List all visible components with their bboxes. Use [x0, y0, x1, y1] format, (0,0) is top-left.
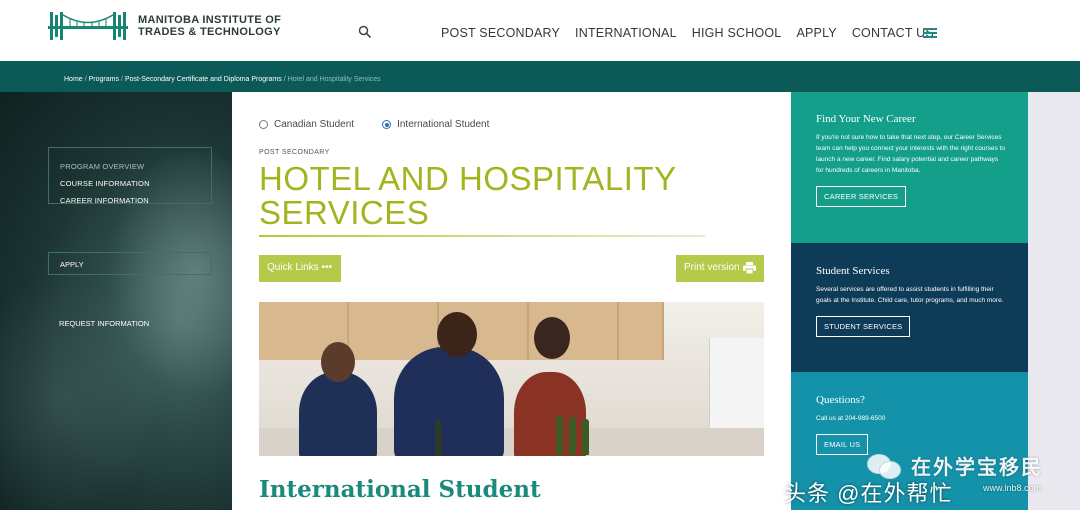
category-label: POST SECONDARY — [259, 149, 330, 156]
page-title: HOTEL AND HOSPITALITY SERVICES — [259, 160, 676, 231]
nav-course-information[interactable]: COURSE INFORMATION — [60, 179, 211, 188]
breadcrumb: Home / Programs / Post-Secondary Certificate… — [64, 76, 381, 83]
request-information-link[interactable]: REQUEST INFORMATION — [59, 319, 149, 328]
breadcrumb-separator: / — [283, 76, 286, 83]
email-us-button[interactable]: EMAIL US — [816, 434, 869, 455]
breadcrumb-programs[interactable]: Programs — [89, 76, 119, 83]
page-gutter — [1028, 92, 1080, 510]
bridge-logo-icon — [48, 12, 128, 40]
career-services-button[interactable]: CAREER SERVICES — [816, 186, 907, 207]
title-divider — [259, 235, 705, 237]
breadcrumb-separator: / — [120, 76, 123, 83]
nav-program-overview[interactable]: PROGRAM OVERVIEW — [60, 162, 211, 171]
logo-line-2: TRADES & TECHNOLOGY — [138, 26, 281, 38]
questions-title: Questions? — [816, 394, 865, 406]
nav-post-secondary[interactable]: POST SECONDARY — [441, 26, 560, 40]
career-card: Find Your New Career If you're not sure … — [791, 92, 1028, 243]
student-services-button[interactable]: STUDENT SERVICES — [816, 316, 911, 337]
student-services-text: Several services are offered to assist s… — [816, 286, 1004, 304]
breadcrumb-current: Hotel and Hospitality Services — [287, 76, 381, 83]
nav-contact-us[interactable]: CONTACT US — [852, 26, 934, 40]
program-photo — [259, 302, 764, 456]
main-nav: POST SECONDARY INTERNATIONAL HIGH SCHOOL… — [441, 26, 934, 40]
print-version-button[interactable]: Print version — [676, 255, 764, 282]
nav-career-information[interactable]: CAREER INFORMATION — [60, 196, 211, 205]
radio-international-student[interactable] — [382, 120, 392, 129]
logo-line-1: MANITOBA INSTITUTE OF — [138, 14, 282, 26]
breadcrumb-post-secondary[interactable]: Post-Secondary Certificate and Diploma P… — [125, 76, 282, 83]
hamburger-menu-icon[interactable] — [923, 28, 937, 38]
quick-links-button[interactable]: Quick Links ••• — [259, 255, 341, 282]
nav-apply[interactable]: APPLY — [796, 26, 836, 40]
nav-international[interactable]: INTERNATIONAL — [575, 26, 677, 40]
career-card-text: If you're not sure how to take that next… — [816, 134, 1005, 174]
watermark-url: www.lnb8.com — [983, 483, 1042, 493]
apply-button[interactable]: APPLY — [48, 252, 212, 275]
search-icon[interactable] — [358, 25, 372, 39]
toutiao-watermark: 头条 @在外帮忙 — [784, 481, 953, 506]
radio-international-label[interactable]: International Student — [397, 119, 489, 130]
section-heading: International Student — [259, 476, 541, 503]
program-nav-box: PROGRAM OVERVIEW COURSE INFORMATION CARE… — [48, 147, 212, 205]
print-version-label: Print version — [684, 262, 740, 273]
student-services-title: Student Services — [816, 265, 890, 277]
printer-icon — [743, 262, 756, 274]
career-card-title: Find Your New Career — [816, 113, 916, 125]
breadcrumb-bar: Home / Programs / Post-Secondary Certificate… — [0, 61, 1080, 92]
radio-canadian-student[interactable] — [259, 120, 268, 129]
student-type-selector: Canadian Student International Student — [259, 119, 489, 130]
breadcrumb-home[interactable]: Home — [64, 76, 83, 83]
nav-high-school[interactable]: HIGH SCHOOL — [692, 26, 782, 40]
program-sidebar: PROGRAM OVERVIEW COURSE INFORMATION CARE… — [0, 92, 232, 510]
logo-text: MANITOBA INSTITUTE OF TRADES & TECHNOLOG… — [138, 14, 281, 38]
breadcrumb-separator: / — [84, 76, 87, 83]
main-content: Canadian Student International Student P… — [232, 92, 791, 510]
institute-logo[interactable]: MANITOBA INSTITUTE OF TRADES & TECHNOLOG… — [48, 10, 281, 42]
radio-canadian-label[interactable]: Canadian Student — [274, 119, 354, 130]
info-sidebar: Find Your New Career If you're not sure … — [791, 92, 1028, 510]
site-header: MANITOBA INSTITUTE OF TRADES & TECHNOLOG… — [0, 0, 1080, 61]
questions-phone: Call us at 204-989-6500 — [816, 415, 886, 422]
student-services-card: Student Services Several services are of… — [791, 243, 1028, 372]
